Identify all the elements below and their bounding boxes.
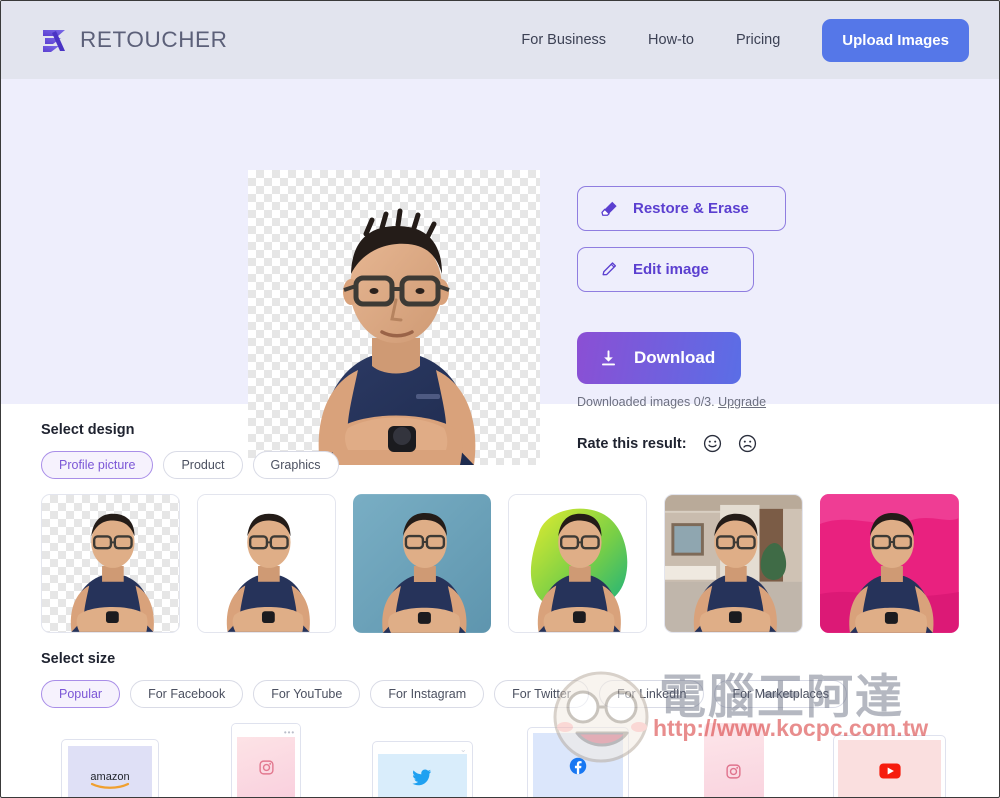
select-size-title: Select size	[41, 651, 116, 667]
more-dots-icon: •••	[283, 728, 296, 737]
brand-name: RETOUCHER	[80, 27, 228, 52]
select-design-section: Select design Profile picture Product Gr…	[1, 404, 999, 633]
thumb-portrait-figure	[70, 513, 154, 632]
instagram-logo-icon	[726, 763, 741, 779]
size-card-twitter[interactable]: ⌄ ♡ ◌ ♡ ⇧	[353, 723, 492, 797]
edit-image-button[interactable]: Edit image	[577, 247, 754, 292]
size-tab-popular[interactable]: Popular	[41, 680, 121, 708]
size-card-instagram-post[interactable]: ••• ♡ ◯ ➤ ▢	[197, 723, 336, 797]
restore-and-erase-button[interactable]: Restore & Erase	[577, 186, 786, 231]
size-tab-for-twitter[interactable]: For Twitter	[494, 680, 589, 708]
twitter-bird-icon	[412, 769, 432, 785]
site-header: RETOUCHER For Business How-to Pricing Up…	[1, 1, 999, 79]
design-thumb-teal-blue-background[interactable]	[352, 494, 492, 633]
thumb-portrait-figure	[352, 494, 492, 633]
download-arrow-icon	[602, 349, 615, 365]
pencil-icon	[602, 262, 617, 276]
design-thumb-transparent-background[interactable]	[41, 494, 180, 633]
design-tab-graphics[interactable]: Graphics	[252, 451, 339, 479]
select-size-section: Select size Popular For Facebook For You…	[1, 633, 999, 797]
main-nav: For Business How-to Pricing Upload Image…	[500, 18, 969, 62]
size-card-amazon[interactable]: amazon	[41, 723, 180, 797]
design-thumb-green-yellow-blob-background[interactable]	[508, 494, 648, 633]
thumb-portrait-figure	[509, 495, 647, 632]
edit-image-label: Edit image	[633, 261, 709, 278]
design-tab-profile-picture[interactable]: Profile picture	[41, 451, 154, 479]
select-design-title: Select design	[41, 422, 135, 438]
facebook-logo-icon	[569, 757, 587, 774]
download-button[interactable]: Download	[577, 332, 742, 384]
size-tab-for-instagram[interactable]: For Instagram	[370, 680, 485, 708]
eraser-icon	[601, 201, 617, 216]
size-card-youtube[interactable]: ▶ ❚❚	[820, 723, 959, 797]
thumb-portrait-figure	[197, 495, 335, 632]
hero-result-area: Restore & Erase Edit image Download Down	[1, 79, 999, 465]
size-card-row: amazon ••• ⌄	[41, 723, 959, 797]
size-tabs: Popular For Facebook For YouTube For Ins…	[41, 680, 959, 708]
size-tab-for-facebook[interactable]: For Facebook	[130, 680, 244, 708]
result-actions-panel: Restore & Erase Edit image Download Down	[577, 186, 907, 453]
size-card-facebook[interactable]: ▢ 👍 ➤	[508, 723, 647, 797]
upload-images-button[interactable]: Upload Images	[822, 18, 969, 62]
nav-item-how-to[interactable]: How-to	[627, 32, 715, 48]
size-tab-for-marketplaces[interactable]: For Marketplaces	[714, 680, 848, 708]
retoucher-app-window: RETOUCHER For Business How-to Pricing Up…	[0, 0, 1000, 798]
design-thumb-white-background[interactable]	[196, 494, 336, 633]
thumb-portrait-figure	[820, 494, 959, 633]
download-label: Download	[634, 348, 716, 367]
youtube-logo-icon	[878, 763, 901, 779]
design-thumb-street-photo-background[interactable]	[664, 494, 804, 633]
size-card-instagram-story[interactable]	[664, 723, 803, 797]
design-thumb-pink-magenta-background[interactable]	[820, 494, 959, 633]
size-tab-for-linkedin[interactable]: For LinkedIn	[598, 680, 705, 708]
chevron-down-icon: ⌄	[459, 745, 467, 754]
design-thumbnail-row	[41, 494, 959, 633]
instagram-logo-icon	[259, 760, 274, 775]
design-tab-product[interactable]: Product	[163, 451, 243, 479]
brand-logo[interactable]: RETOUCHER	[39, 25, 228, 55]
svg-text:amazon: amazon	[91, 771, 130, 783]
size-tab-for-youtube[interactable]: For YouTube	[253, 680, 361, 708]
nav-item-for-business[interactable]: For Business	[500, 32, 627, 48]
thumb-portrait-figure	[665, 495, 803, 632]
retoucher-logo-icon	[43, 30, 65, 52]
design-tabs: Profile picture Product Graphics See all…	[41, 451, 959, 479]
nav-item-pricing[interactable]: Pricing	[715, 32, 801, 48]
amazon-logo-icon: amazon	[91, 771, 130, 789]
restore-and-erase-label: Restore & Erase	[633, 200, 749, 217]
